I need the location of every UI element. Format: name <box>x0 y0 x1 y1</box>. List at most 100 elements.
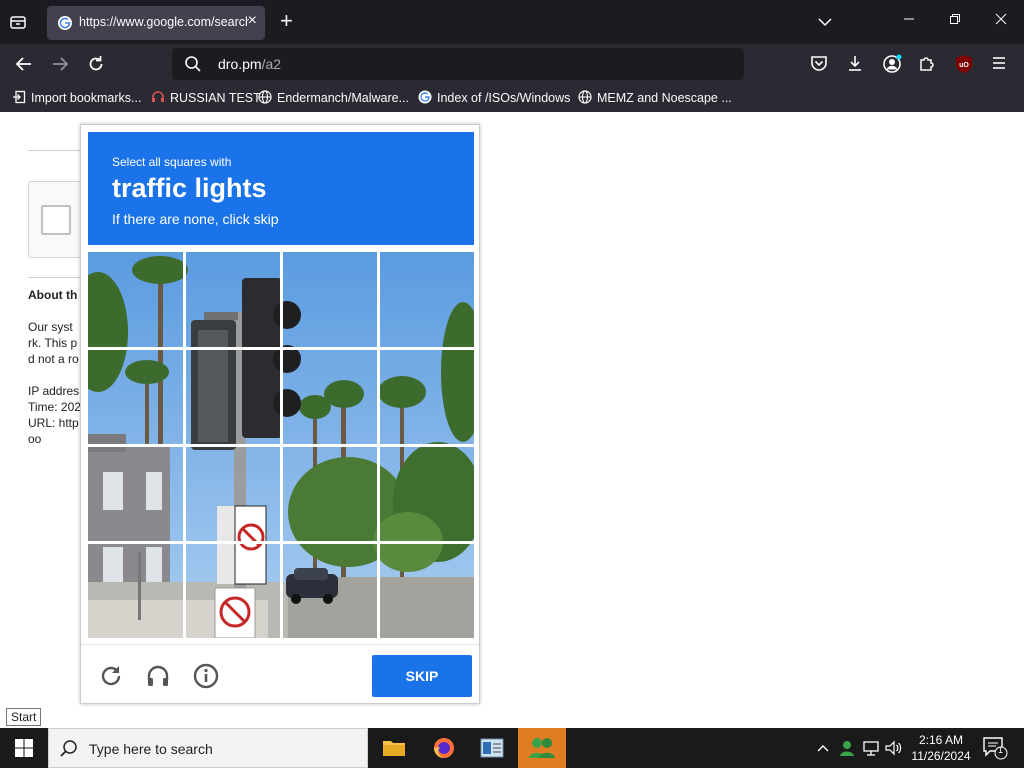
page-text-line: oo <box>28 432 42 446</box>
pocket-icon[interactable] <box>810 54 830 74</box>
page-text-line: Time: 202 <box>28 400 81 414</box>
divider <box>28 150 88 151</box>
bookmarks-toolbar: Import bookmarks... RUSSIAN TEST Enderma… <box>0 84 1024 112</box>
grid-tile[interactable] <box>379 543 473 637</box>
grid-tile[interactable] <box>185 543 279 637</box>
network-icon[interactable] <box>862 738 880 763</box>
skip-button[interactable]: SKIP <box>372 655 472 697</box>
grid-tile[interactable] <box>282 252 376 346</box>
bookmark-endermanch[interactable]: Endermanch/Malware... <box>258 90 409 105</box>
grid-tile[interactable] <box>379 252 473 346</box>
account-icon[interactable] <box>882 54 902 74</box>
instruction-text: Select all squares with <box>112 155 232 169</box>
url-path: /a2 <box>261 56 282 72</box>
bookmark-russian-test[interactable]: RUSSIAN TEST <box>151 90 261 105</box>
globe-icon <box>258 90 272 104</box>
bookmark-isos-windows[interactable]: Index of /ISOs/Windows <box>418 90 570 105</box>
volume-icon[interactable] <box>884 738 902 763</box>
notification-center-icon[interactable]: 1 <box>982 736 1008 765</box>
windows-logo-icon <box>15 739 33 757</box>
bookmark-label: MEMZ and Noescape ... <box>597 91 732 105</box>
grid-tile[interactable] <box>282 349 376 443</box>
navigation-toolbar: dro.pm/a2 uO <box>0 44 1024 84</box>
url-text[interactable]: dro.pm/a2 <box>218 56 281 72</box>
minimize-icon[interactable] <box>903 12 915 28</box>
about-heading: About th <box>28 288 78 302</box>
challenge-footer: SKIP <box>81 644 479 705</box>
bookmark-import[interactable]: Import bookmarks... <box>12 90 141 105</box>
search-icon <box>184 55 202 78</box>
challenge-header: Select all squares with traffic lights I… <box>88 132 474 245</box>
firefox-icon[interactable] <box>420 728 468 768</box>
grid-tile[interactable] <box>88 543 182 637</box>
grid-tile[interactable] <box>379 446 473 540</box>
grid-tile[interactable] <box>88 349 182 443</box>
clock-date: 11/26/2024 <box>911 749 971 763</box>
svg-text:uO: uO <box>959 62 969 69</box>
user-status-icon[interactable] <box>838 738 856 763</box>
instruction-hint: If there are none, click skip <box>112 211 279 227</box>
file-explorer-icon[interactable] <box>370 728 418 768</box>
grid-tile[interactable] <box>282 446 376 540</box>
extensions-icon[interactable] <box>918 54 938 74</box>
grid-divider <box>88 541 474 544</box>
page-text-line: Our syst <box>28 320 73 334</box>
chevron-down-icon[interactable] <box>818 14 832 32</box>
close-window-icon[interactable] <box>995 12 1007 28</box>
tab-list-icon[interactable] <box>8 12 30 32</box>
grid-tile[interactable] <box>185 446 279 540</box>
import-icon <box>13 90 26 104</box>
url-host: dro.pm <box>218 56 262 72</box>
system-clock[interactable]: 2:16 AM 11/26/2024 <box>906 732 976 764</box>
google-icon <box>418 90 432 104</box>
page-text-line: d not a ro <box>28 352 79 366</box>
bookmark-label: Endermanch/Malware... <box>277 91 410 105</box>
grid-tile[interactable] <box>88 252 182 346</box>
reload-icon[interactable] <box>85 53 107 75</box>
recaptcha-checkbox[interactable] <box>41 205 71 235</box>
grid-tile[interactable] <box>282 543 376 637</box>
browser-tab-bar: https://www.google.com/search × + <box>0 0 1024 44</box>
grid-tile[interactable] <box>379 349 473 443</box>
headset-icon <box>152 91 164 102</box>
google-icon <box>58 16 72 30</box>
browser-tab[interactable]: https://www.google.com/search × <box>47 6 265 40</box>
notification-count: 1 <box>998 745 1004 755</box>
challenge-target: traffic lights <box>112 173 267 203</box>
info-icon[interactable] <box>193 663 219 689</box>
search-icon <box>59 739 79 764</box>
page-text-line: IP addres <box>28 384 80 398</box>
bookmark-memz[interactable]: MEMZ and Noescape ... <box>578 90 732 105</box>
registry-editor-icon[interactable] <box>468 728 516 768</box>
new-tab-icon[interactable]: + <box>280 10 293 32</box>
menu-icon[interactable] <box>990 54 1010 74</box>
bookmark-label: Import bookmarks... <box>31 91 142 105</box>
headphones-icon[interactable] <box>145 663 171 689</box>
close-tab-icon[interactable]: × <box>248 12 257 30</box>
forward-arrow-icon[interactable] <box>49 53 71 75</box>
taskbar-search-box[interactable]: Type here to search <box>48 728 368 768</box>
grid-divider <box>88 347 474 350</box>
start-tooltip: Start <box>6 708 42 726</box>
page-text-line: rk. This p <box>28 336 78 350</box>
start-button[interactable] <box>0 728 48 768</box>
grid-tile[interactable] <box>185 349 279 443</box>
restore-icon[interactable] <box>949 12 961 28</box>
clock-time: 2:16 AM <box>918 733 964 747</box>
ublock-origin-icon[interactable]: uO <box>954 54 974 74</box>
download-icon[interactable] <box>846 54 866 74</box>
reload-challenge-icon[interactable] <box>98 663 124 689</box>
active-app-icon[interactable] <box>518 728 566 768</box>
recaptcha-challenge-dialog: Select all squares with traffic lights I… <box>80 124 480 704</box>
divider <box>28 277 88 278</box>
grid-tile[interactable] <box>88 446 182 540</box>
bookmark-label: Index of /ISOs/Windows <box>437 91 571 105</box>
show-hidden-icons-icon[interactable] <box>816 738 830 763</box>
image-grid <box>88 252 474 638</box>
back-arrow-icon[interactable] <box>13 53 35 75</box>
address-bar[interactable]: dro.pm/a2 <box>172 48 744 80</box>
taskbar-search-placeholder: Type here to search <box>89 741 213 757</box>
grid-tile[interactable] <box>185 252 279 346</box>
grid-divider <box>88 444 474 447</box>
globe-icon <box>578 90 592 104</box>
